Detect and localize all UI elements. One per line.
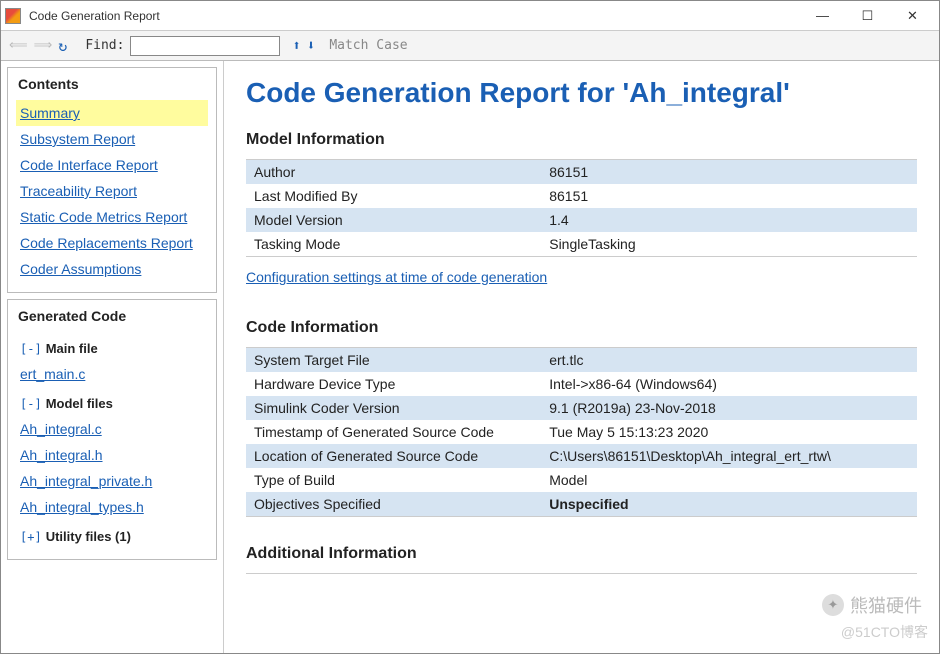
table-row: Last Modified By86151 <box>246 184 917 208</box>
app-icon <box>5 8 21 24</box>
code-info-table: System Target Fileert.tlc Hardware Devic… <box>246 347 917 517</box>
table-row: Timestamp of Generated Source CodeTue Ma… <box>246 420 917 444</box>
model-info-table: Author86151 Last Modified By86151 Model … <box>246 159 917 257</box>
titlebar: Code Generation Report — ☐ ✕ <box>1 1 939 31</box>
close-button[interactable]: ✕ <box>890 2 935 30</box>
generated-code-panel: Generated Code [-]Main file ert_main.c [… <box>7 299 217 560</box>
table-row: Model Version1.4 <box>246 208 917 232</box>
tree-main-file[interactable]: [-]Main file <box>16 336 208 361</box>
sidebar: Contents Summary Subsystem Report Code I… <box>1 61 223 653</box>
toolbar: ⟸ ⟹ ↻ Find: ⬆ ⬇ Match Case <box>1 31 939 61</box>
find-input[interactable] <box>130 36 280 56</box>
sidebar-item-code-interface[interactable]: Code Interface Report <box>16 152 208 178</box>
page-title: Code Generation Report for 'Ah_integral' <box>246 77 917 109</box>
sidebar-item-traceability[interactable]: Traceability Report <box>16 178 208 204</box>
model-info-title: Model Information <box>246 131 917 149</box>
tree-utility-files[interactable]: [+]Utility files (1) <box>16 524 208 549</box>
watermark-source: @51CTO博客 <box>841 622 928 642</box>
collapse-icon[interactable]: [-] <box>20 397 42 411</box>
list-item[interactable]: Ah_integral.c <box>16 416 208 442</box>
expand-icon[interactable]: [+] <box>20 530 42 544</box>
collapse-icon[interactable]: [-] <box>20 342 42 356</box>
maximize-button[interactable]: ☐ <box>845 2 890 30</box>
table-row: Location of Generated Source CodeC:\User… <box>246 444 917 468</box>
sidebar-item-coder-assumptions[interactable]: Coder Assumptions <box>16 256 208 282</box>
window-title: Code Generation Report <box>29 9 800 23</box>
wechat-icon: ✦ <box>822 594 844 616</box>
table-row: Simulink Coder Version9.1 (R2019a) 23-No… <box>246 396 917 420</box>
table-row: Type of BuildModel <box>246 468 917 492</box>
list-item[interactable]: Ah_integral_types.h <box>16 494 208 520</box>
generated-code-tree: [-]Main file ert_main.c [-]Model files A… <box>8 328 216 559</box>
table-row: Author86151 <box>246 160 917 185</box>
table-row: System Target Fileert.tlc <box>246 348 917 373</box>
content-area: Code Generation Report for 'Ah_integral'… <box>223 61 939 653</box>
find-prev-icon[interactable]: ⬆ <box>292 38 300 54</box>
watermark-brand: ✦ 熊猫硬件 <box>822 592 922 618</box>
list-item[interactable]: ert_main.c <box>16 361 208 387</box>
generated-code-title: Generated Code <box>8 300 216 328</box>
additional-info-title: Additional Information <box>246 545 917 563</box>
find-next-icon[interactable]: ⬇ <box>307 38 315 54</box>
match-case-label[interactable]: Match Case <box>329 38 407 53</box>
table-row: Tasking ModeSingleTasking <box>246 232 917 257</box>
code-info-title: Code Information <box>246 319 917 337</box>
find-label: Find: <box>85 38 124 53</box>
contents-panel: Contents Summary Subsystem Report Code I… <box>7 67 217 293</box>
contents-list: Summary Subsystem Report Code Interface … <box>8 96 216 292</box>
contents-title: Contents <box>8 68 216 96</box>
minimize-button[interactable]: — <box>800 2 845 30</box>
sidebar-item-summary[interactable]: Summary <box>16 100 208 126</box>
list-item[interactable]: Ah_integral.h <box>16 442 208 468</box>
table-row: Objectives SpecifiedUnspecified <box>246 492 917 517</box>
sidebar-item-subsystem[interactable]: Subsystem Report <box>16 126 208 152</box>
list-item[interactable]: Ah_integral_private.h <box>16 468 208 494</box>
sidebar-item-code-replacements[interactable]: Code Replacements Report <box>16 230 208 256</box>
refresh-icon[interactable]: ↻ <box>58 37 67 55</box>
config-settings-link[interactable]: Configuration settings at time of code g… <box>246 269 547 285</box>
sidebar-item-static-metrics[interactable]: Static Code Metrics Report <box>16 204 208 230</box>
tree-model-files[interactable]: [-]Model files <box>16 391 208 416</box>
back-icon[interactable]: ⟸ <box>9 38 28 53</box>
forward-icon[interactable]: ⟹ <box>34 38 53 53</box>
table-row: Hardware Device TypeIntel->x86-64 (Windo… <box>246 372 917 396</box>
